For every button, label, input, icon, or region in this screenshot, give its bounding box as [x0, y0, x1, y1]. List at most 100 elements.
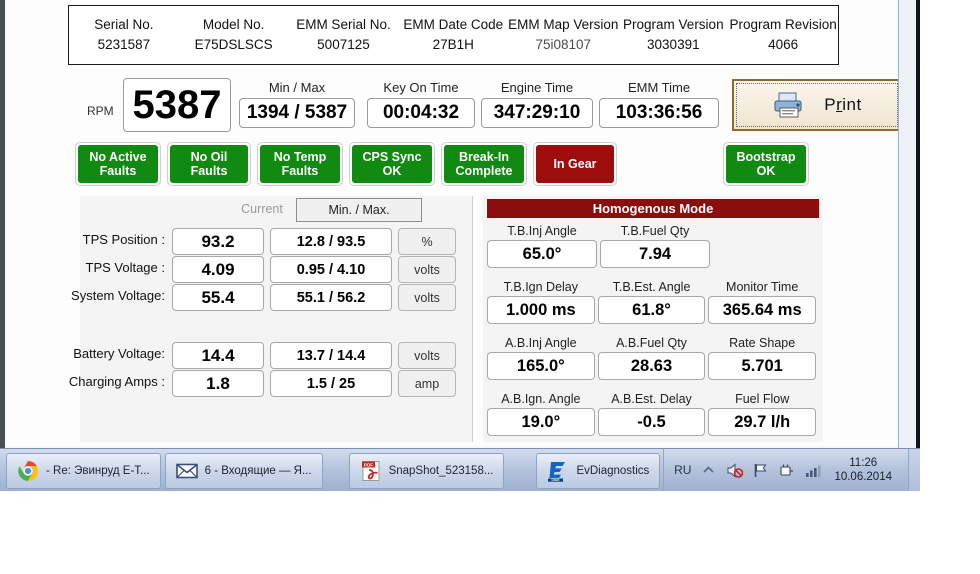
mode-cell-caption: Monitor Time: [726, 280, 799, 294]
mode-row: T.B.Ign Delay 1.000 ms T.B.Est. Angle 61.8°…: [487, 278, 819, 324]
mode-cell-value: 165.0°: [487, 352, 595, 380]
mode-cell: A.B.Est. Delay -0.5: [597, 390, 706, 436]
svg-text:DIAG: DIAG: [552, 478, 560, 482]
measurement-unit: volts: [398, 342, 456, 369]
measurement-row: TPS Voltage : 4.09 0.95 / 4.10 volts: [80, 256, 472, 283]
info-header: EMM Map Version: [508, 17, 619, 33]
status-button[interactable]: No Temp Faults: [257, 142, 343, 186]
info-value: 3030391: [647, 37, 700, 52]
language-indicator[interactable]: RU: [674, 463, 691, 477]
status-button[interactable]: CPS Sync OK: [349, 142, 435, 186]
info-value: 27B1H: [432, 37, 474, 52]
measurement-label: TPS Position :: [82, 232, 165, 247]
svg-text:PDF: PDF: [363, 462, 372, 467]
mode-cell-value: 7.94: [600, 240, 710, 268]
mode-cell-caption: Fuel Flow: [735, 392, 790, 406]
mode-cell-caption: T.B.Inj Angle: [507, 224, 577, 238]
volume-muted-icon[interactable]: [726, 462, 744, 479]
meter-min-max: Min / Max 1394 / 5387: [239, 78, 355, 128]
min-max-button[interactable]: Min. / Max.: [296, 198, 422, 222]
status-button[interactable]: Break-In Complete: [441, 142, 527, 186]
taskbar-item[interactable]: 6 - Входящие — Я...: [164, 453, 323, 489]
mode-cell-value: 65.0°: [487, 240, 597, 268]
measurement-label: Battery Voltage:: [73, 346, 165, 361]
mode-cell: Rate Shape 5.701: [708, 334, 817, 380]
meter-caption: EMM Time: [627, 80, 691, 95]
show-desktop-button[interactable]: [908, 449, 920, 491]
mode-cell: T.B.Fuel Qty 7.94: [600, 222, 710, 268]
info-column-2: EMM Serial No. 5007125: [289, 15, 399, 54]
info-column-4: EMM Map Version 75i08107: [508, 15, 618, 54]
meter-value: 103:36:56: [599, 98, 719, 128]
status-button-label: In Gear: [536, 145, 614, 183]
measurement-row: Battery Voltage: 14.4 13.7 / 14.4 volts: [73, 342, 472, 369]
mode-cell-caption: A.B.Ign. Angle: [501, 392, 581, 406]
taskbar-item-label: SnapShot_523158...: [388, 465, 494, 477]
taskbar-item[interactable]: DIAG EvDiagnostics: [536, 453, 661, 489]
mode-cell-value: 1.000 ms: [487, 296, 595, 324]
mode-cell-caption: A.B.Est. Delay: [611, 392, 692, 406]
info-value: 5231587: [97, 37, 151, 52]
mode-cell: T.B.Ign Delay 1.000 ms: [487, 278, 595, 324]
mode-cell: A.B.Ign. Angle 19.0°: [487, 390, 595, 436]
info-value: 5007125: [317, 37, 370, 52]
flag-icon[interactable]: [752, 462, 769, 479]
status-button[interactable]: No Oil Faults: [167, 142, 251, 186]
mail-icon: [175, 460, 198, 482]
mode-row: T.B.Inj Angle 65.0° T.B.Fuel Qty 7.94: [487, 222, 819, 268]
measurement-minmax-value: 55.1 / 56.2: [270, 284, 392, 311]
rpm-panel: RPM 5387 Min / Max 1394 / 5387 Key On Ti…: [75, 78, 902, 134]
clock[interactable]: 11:26 10.06.2014: [834, 456, 892, 485]
mode-cell-caption: Rate Shape: [729, 336, 796, 350]
measurement-current-value: 55.4: [172, 284, 264, 311]
network-plug-icon[interactable]: [778, 462, 795, 479]
taskbar-item-label: EvDiagnostics: [576, 465, 650, 477]
mode-cell-value: -0.5: [597, 408, 706, 436]
mode-cell-value: 61.8°: [597, 296, 706, 324]
mode-cell-value: 28.63: [597, 352, 706, 380]
meter-key-on-time: Key On Time 00:04:32: [367, 78, 475, 128]
measurement-current-value: 14.4: [172, 342, 264, 369]
info-header: Program Revision: [729, 17, 837, 33]
mode-cell-value: 19.0°: [487, 408, 595, 436]
info-header: Program Version: [623, 17, 724, 33]
measurement-label: Charging Amps :: [68, 374, 165, 389]
signal-bars-icon[interactable]: [804, 462, 822, 479]
info-header: EMM Date Code: [403, 17, 504, 33]
taskbar-item[interactable]: PDF SnapShot_523158...: [348, 453, 505, 489]
mode-cell-caption: T.B.Fuel Qty: [620, 224, 690, 238]
status-button[interactable]: In Gear: [533, 142, 617, 186]
print-button[interactable]: Print: [732, 79, 902, 131]
application-window: Serial No. 5231587 Model No. E75DSLSCS EMM S…: [0, 0, 920, 448]
info-column-0: Serial No. 5231587: [69, 15, 179, 54]
info-header: Serial No.: [94, 17, 154, 33]
focus-outline: [736, 83, 898, 127]
status-button-label: No Active Faults: [78, 145, 158, 183]
measurement-minmax-value: 1.5 / 25: [270, 370, 392, 397]
mode-cell: T.B.Inj Angle 65.0°: [487, 222, 597, 268]
mode-cell: A.B.Inj Angle 165.0°: [487, 334, 595, 380]
mode-cell-caption: T.B.Ign Delay: [503, 280, 578, 294]
system-tray: RU 11:26 10.06.2014: [663, 449, 892, 491]
engine-info-table: Serial No. 5231587 Model No. E75DSLSCS EMM S…: [68, 5, 839, 65]
pdf-icon: PDF: [360, 460, 382, 482]
chevron-up-icon[interactable]: [700, 462, 717, 479]
mode-cell-value: 5.701: [708, 352, 817, 380]
measurement-row: System Voltage: 55.4 55.1 / 56.2 volts: [71, 284, 472, 311]
taskbar-item-label: 6 - Входящие — Я...: [204, 465, 312, 477]
taskbar-item[interactable]: - Re: Эвинруд E-T...: [6, 453, 161, 489]
info-column-6: Program Revision 4066: [728, 15, 838, 54]
status-button-label: No Temp Faults: [260, 145, 340, 183]
rpm-value: 5387: [123, 78, 231, 132]
measurement-minmax-value: 13.7 / 14.4: [270, 342, 392, 369]
status-button[interactable]: Bootstrap OK: [723, 142, 809, 186]
status-button-label: CPS Sync OK: [352, 145, 432, 183]
mode-row: A.B.Ign. Angle 19.0° A.B.Est. Delay -0.5 Fue…: [487, 390, 819, 436]
measurement-unit: volts: [398, 256, 456, 283]
mode-cell-caption: T.B.Est. Angle: [612, 280, 691, 294]
status-button[interactable]: No Active Faults: [75, 142, 161, 186]
info-value: 75i08107: [535, 37, 592, 52]
info-value: E75DSLSCS: [194, 37, 273, 52]
measurements-panel: Current Min. / Max. TPS Position :93.2 12…: [69, 196, 473, 442]
clock-date: 10.06.2014: [834, 471, 892, 483]
